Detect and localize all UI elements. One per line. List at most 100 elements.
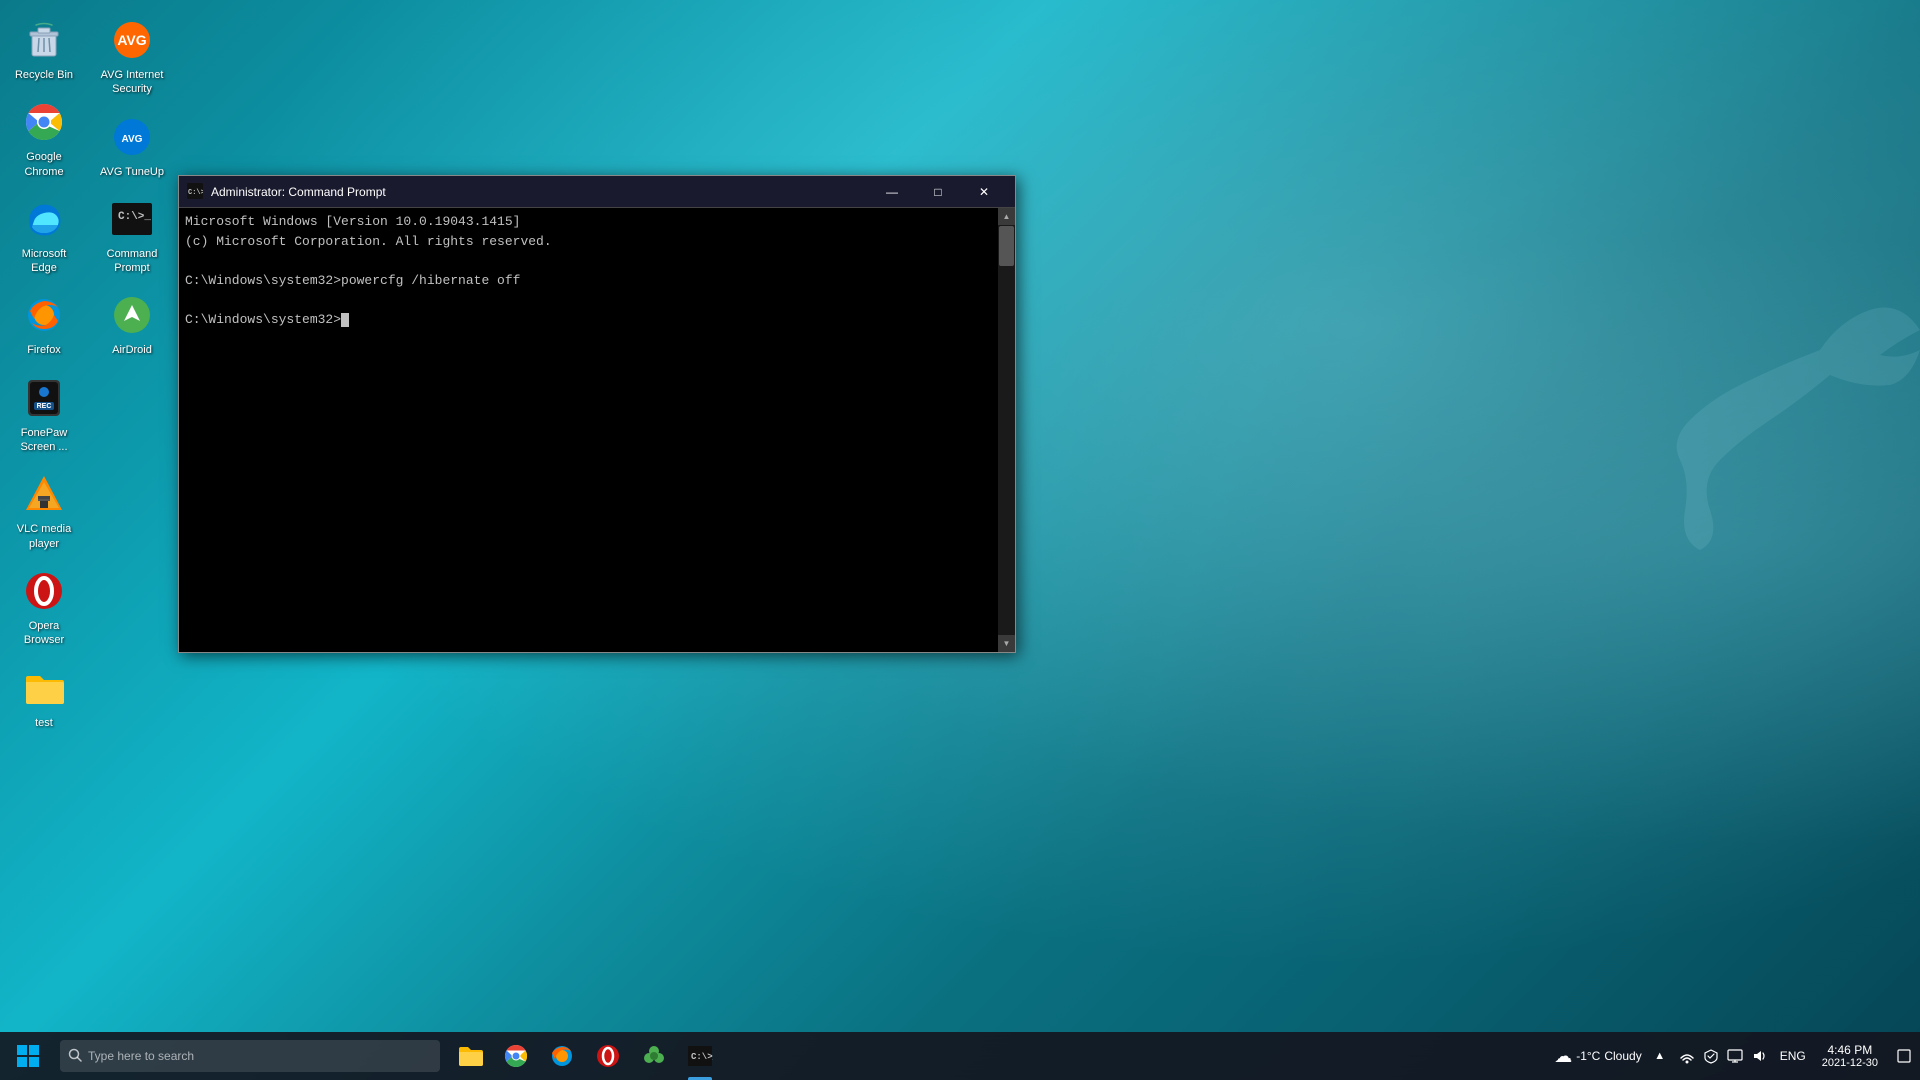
volume-icon[interactable] xyxy=(1748,1032,1770,1080)
network-icon[interactable] xyxy=(1676,1032,1698,1080)
taskbar-search[interactable]: Type here to search xyxy=(60,1040,440,1072)
taskbar-app5[interactable] xyxy=(632,1032,676,1080)
avg-internet-label: AVG Internet Security xyxy=(96,68,168,97)
desktop-icon-vlc[interactable]: VLC media player xyxy=(4,464,84,557)
minimize-button[interactable]: — xyxy=(869,176,915,208)
close-button[interactable]: ✕ xyxy=(961,176,1007,208)
weather-temp: -1°C xyxy=(1576,1049,1600,1063)
folder-icon xyxy=(22,666,66,710)
svg-text:C:\>: C:\> xyxy=(188,189,203,197)
edge-icon xyxy=(22,197,66,241)
airdroid-label: AirDroid xyxy=(112,343,152,357)
desktop-icon-fonepaw[interactable]: REC FonePaw Screen ... xyxy=(4,368,84,461)
windows-logo-icon xyxy=(17,1045,39,1067)
taskbar-firefox[interactable] xyxy=(540,1032,584,1080)
airdroid-icon xyxy=(110,293,154,337)
scroll-up-btn[interactable]: ▲ xyxy=(998,208,1015,225)
cmd-content-area: Microsoft Windows [Version 10.0.19043.14… xyxy=(179,208,1015,652)
fonepaw-icon: REC xyxy=(22,376,66,420)
notification-icon xyxy=(1896,1048,1912,1064)
cmd-line2: (c) Microsoft Corporation. All rights re… xyxy=(185,232,992,252)
search-placeholder-text: Type here to search xyxy=(88,1049,194,1063)
opera-icon xyxy=(22,569,66,613)
desktop-icon-microsoft-edge[interactable]: Microsoft Edge xyxy=(4,189,84,282)
desktop-icon-airdroid[interactable]: AirDroid xyxy=(92,285,172,363)
cmd-title-icon: C:\> xyxy=(187,183,205,201)
svg-text:REC: REC xyxy=(37,403,52,410)
command-prompt-label: Command Prompt xyxy=(96,247,168,276)
desktop-icon-test-folder[interactable]: test xyxy=(4,658,84,736)
avg-tuneup-icon: AVG xyxy=(110,115,154,159)
cmd-scrollbar[interactable]: ▲ ▼ xyxy=(998,208,1015,652)
cmd-titlebar[interactable]: C:\> Administrator: Command Prompt — □ ✕ xyxy=(179,176,1015,208)
desktop-icon-command-prompt[interactable]: C:\>_ Command Prompt xyxy=(92,189,172,282)
firefox-label: Firefox xyxy=(27,343,61,357)
scrollbar-track[interactable] xyxy=(998,225,1015,635)
search-icon xyxy=(68,1048,82,1065)
desktop-icon-opera[interactable]: Opera Browser xyxy=(4,561,84,654)
taskbar-file-explorer[interactable] xyxy=(448,1032,492,1080)
maximize-button[interactable]: □ xyxy=(915,176,961,208)
taskbar-chrome-icon xyxy=(503,1043,529,1069)
clock-time: 4:46 PM xyxy=(1828,1043,1873,1057)
vlc-label: VLC media player xyxy=(8,522,80,551)
background-dolphin xyxy=(1520,200,1920,600)
microsoft-edge-label: Microsoft Edge xyxy=(8,247,80,276)
desktop-icon-avg-internet[interactable]: AVG AVG Internet Security xyxy=(92,10,172,103)
weather-widget[interactable]: ☁ -1°C Cloudy xyxy=(1548,1032,1648,1080)
recycle-bin-label: Recycle Bin xyxy=(15,68,73,82)
cmd-line1: Microsoft Windows [Version 10.0.19043.14… xyxy=(185,212,992,232)
taskbar-chrome[interactable] xyxy=(494,1032,538,1080)
cmd-title-text: Administrator: Command Prompt xyxy=(211,185,869,199)
taskbar-cmd-icon: C:\>_ xyxy=(687,1043,713,1069)
system-tray: ☁ -1°C Cloudy ▲ xyxy=(1548,1032,1920,1080)
cmd-prompt-line: C:\Windows\system32> xyxy=(185,310,992,330)
recycle-bin-icon xyxy=(24,20,64,60)
taskbar-opera[interactable] xyxy=(586,1032,630,1080)
language-indicator[interactable]: ENG xyxy=(1774,1032,1812,1080)
window-controls: — □ ✕ xyxy=(869,176,1007,208)
vlc-icon xyxy=(22,472,66,516)
svg-text:AVG: AVG xyxy=(117,32,146,48)
test-folder-label: test xyxy=(35,716,53,730)
chrome-icon xyxy=(22,100,66,144)
clock[interactable]: 4:46 PM 2021-12-30 xyxy=(1812,1032,1888,1080)
cmd-line3 xyxy=(185,251,992,271)
scrollbar-thumb[interactable] xyxy=(999,226,1014,266)
desktop-icon-firefox[interactable]: Firefox xyxy=(4,285,84,363)
weather-condition: Cloudy xyxy=(1604,1049,1641,1063)
firefox-icon xyxy=(22,293,66,337)
display-icon[interactable] xyxy=(1724,1032,1746,1080)
desktop-icon-recycle-bin[interactable]: Recycle Bin xyxy=(4,10,84,88)
clock-date: 2021-12-30 xyxy=(1822,1057,1878,1069)
cmd-cursor xyxy=(341,313,349,327)
cmd-terminal[interactable]: Microsoft Windows [Version 10.0.19043.14… xyxy=(179,208,998,652)
taskbar-cmd[interactable]: C:\>_ xyxy=(678,1032,722,1080)
show-hidden-icons-button[interactable]: ▲ xyxy=(1648,1032,1672,1080)
google-chrome-label: Google Chrome xyxy=(8,150,80,179)
taskbar-opera-icon xyxy=(595,1043,621,1069)
start-button[interactable] xyxy=(0,1032,56,1080)
avg-tuneup-label: AVG TuneUp xyxy=(100,165,164,179)
cmd-line4: C:\Windows\system32>powercfg /hibernate … xyxy=(185,271,992,291)
tray-icons xyxy=(1672,1032,1774,1080)
opera-label: Opera Browser xyxy=(8,619,80,648)
taskbar-firefox-icon xyxy=(549,1043,575,1069)
cmd-line5 xyxy=(185,290,992,310)
security-icon[interactable] xyxy=(1700,1032,1722,1080)
scroll-down-btn[interactable]: ▼ xyxy=(998,635,1015,652)
file-explorer-icon xyxy=(457,1043,483,1069)
desktop: Recycle Bin Google Chrome xyxy=(0,0,1920,1080)
svg-text:C:\>_: C:\>_ xyxy=(691,1052,713,1062)
cmd-icon: C:\>_ xyxy=(110,197,154,241)
taskbar-clover-icon xyxy=(641,1043,667,1069)
avg-internet-icon: AVG xyxy=(110,18,154,62)
weather-icon: ☁ xyxy=(1554,1046,1572,1067)
desktop-icons-column2: AVG AVG Internet Security AVG AVG TuneUp… xyxy=(88,0,168,860)
desktop-icon-avg-tuneup[interactable]: AVG AVG TuneUp xyxy=(92,107,172,185)
command-prompt-window: C:\> Administrator: Command Prompt — □ ✕… xyxy=(178,175,1016,653)
notification-button[interactable] xyxy=(1888,1032,1920,1080)
svg-text:AVG: AVG xyxy=(122,134,143,145)
desktop-icon-google-chrome[interactable]: Google Chrome xyxy=(4,92,84,185)
taskbar: Type here to search xyxy=(0,1032,1920,1080)
